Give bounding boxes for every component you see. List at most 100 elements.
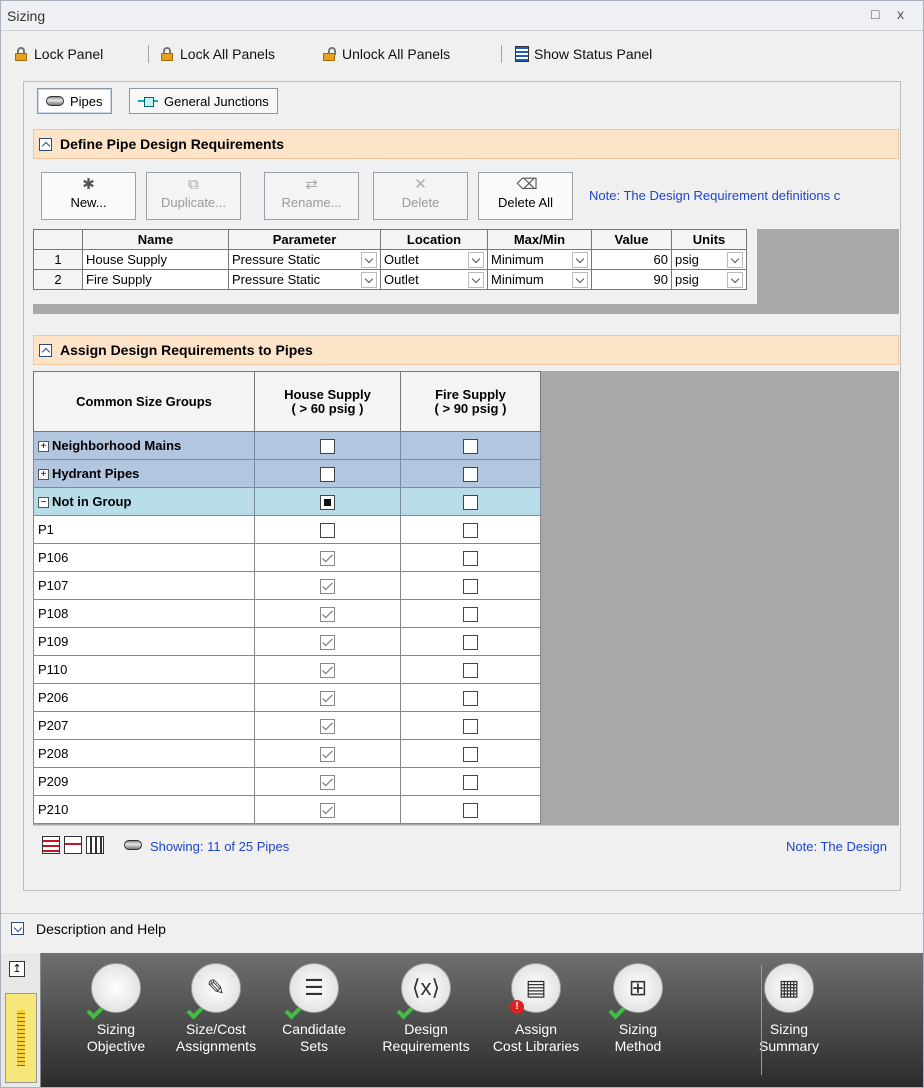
house-supply-checkbox-cell[interactable] <box>254 739 401 768</box>
checkbox-partial[interactable] <box>320 494 335 510</box>
house-supply-checkbox-cell[interactable] <box>254 487 401 516</box>
fire-supply-checkbox-cell[interactable] <box>400 571 541 600</box>
nav-sizing-method-button[interactable]: ⊞ Sizing Method <box>583 959 693 1083</box>
close-icon[interactable]: x <box>897 6 904 22</box>
checkbox[interactable] <box>463 466 478 482</box>
nav-sizing-objective-button[interactable]: Sizing Objective <box>61 959 171 1083</box>
nav-sizing-summary-button[interactable]: ▦ Sizing Summary <box>734 959 844 1083</box>
checkbox[interactable] <box>463 606 478 622</box>
house-supply-checkbox-cell[interactable] <box>254 655 401 684</box>
pipe-row[interactable]: P208 <box>33 739 541 768</box>
value-cell[interactable]: 90 <box>591 269 672 290</box>
expand-icon[interactable]: + <box>38 469 49 481</box>
define-requirements-header[interactable]: Define Pipe Design Requirements <box>33 129 899 159</box>
fire-supply-checkbox-cell[interactable] <box>400 767 541 796</box>
collapse-group-icon[interactable]: − <box>38 497 49 509</box>
checkbox[interactable] <box>320 466 335 482</box>
checkbox[interactable] <box>463 578 478 594</box>
group-name-cell[interactable]: + Neighborhood Mains <box>33 431 255 460</box>
requirement-row[interactable]: 1 House Supply Pressure Static Outlet Mi… <box>33 249 747 270</box>
checkbox[interactable] <box>320 746 335 762</box>
nav-assign-costlibraries-button[interactable]: ▤! Assign Cost Libraries <box>481 959 591 1083</box>
nav-design-requirements-button[interactable]: ⟨x⟩ Design Requirements <box>371 959 481 1083</box>
assign-requirements-header[interactable]: Assign Design Requirements to Pipes <box>33 335 899 365</box>
checkbox[interactable] <box>463 774 478 790</box>
checkbox[interactable] <box>463 494 478 510</box>
checkbox[interactable] <box>463 438 478 454</box>
duplicate-button[interactable]: ⧉ Duplicate... <box>146 172 241 220</box>
checkbox[interactable] <box>463 690 478 706</box>
nav-candidate-sets-button[interactable]: ☰ Candidate Sets <box>259 959 369 1083</box>
tab-pipes[interactable]: Pipes <box>37 88 112 114</box>
lock-all-panels-button[interactable]: Lock All Panels <box>159 44 275 64</box>
checkbox[interactable] <box>320 634 335 650</box>
pipe-row[interactable]: P109 <box>33 627 541 656</box>
checkbox[interactable] <box>320 690 335 706</box>
lock-panel-button[interactable]: Lock Panel <box>13 44 103 64</box>
requirement-name-cell[interactable]: Fire Supply <box>82 269 229 290</box>
description-help-bar[interactable]: Description and Help <box>1 913 923 943</box>
restore-icon[interactable]: □ <box>871 6 879 22</box>
nav-sizecost-assignments-button[interactable]: ✎ Size/Cost Assignments <box>161 959 271 1083</box>
fire-supply-checkbox-cell[interactable] <box>400 795 541 824</box>
expand-icon[interactable]: + <box>38 441 49 453</box>
checkbox[interactable] <box>320 578 335 594</box>
collapse-icon[interactable] <box>39 137 52 151</box>
fire-supply-checkbox-cell[interactable] <box>400 711 541 740</box>
parameter-dropdown[interactable]: Pressure Static <box>228 269 381 290</box>
view-columns-icon[interactable] <box>86 836 104 854</box>
house-supply-checkbox-cell[interactable] <box>254 543 401 572</box>
checkbox[interactable] <box>320 522 335 538</box>
checkbox[interactable] <box>463 718 478 734</box>
ruler-icon[interactable] <box>5 993 37 1083</box>
group-name-cell[interactable]: − Not in Group <box>33 487 255 516</box>
chevron-down-icon[interactable] <box>572 271 588 288</box>
chevron-down-icon[interactable] <box>361 271 377 288</box>
group-row[interactable]: − Not in Group <box>33 487 541 516</box>
pipe-row[interactable]: P108 <box>33 599 541 628</box>
fire-supply-checkbox-cell[interactable] <box>400 627 541 656</box>
house-supply-checkbox-cell[interactable] <box>254 795 401 824</box>
fire-supply-checkbox-cell[interactable] <box>400 431 541 460</box>
pipe-row[interactable]: P209 <box>33 767 541 796</box>
group-row[interactable]: + Hydrant Pipes <box>33 459 541 488</box>
chevron-down-icon[interactable] <box>572 251 588 268</box>
checkbox[interactable] <box>320 802 335 818</box>
checkbox[interactable] <box>320 718 335 734</box>
chevron-down-icon[interactable] <box>361 251 377 268</box>
delete-button[interactable]: ✕ Delete <box>373 172 468 220</box>
fire-supply-checkbox-cell[interactable] <box>400 459 541 488</box>
view-grouped-icon[interactable] <box>64 836 82 854</box>
pipe-row[interactable]: P210 <box>33 795 541 824</box>
location-dropdown[interactable]: Outlet <box>380 269 488 290</box>
pipe-row[interactable]: P207 <box>33 711 541 740</box>
pipe-row[interactable]: P106 <box>33 543 541 572</box>
checkbox[interactable] <box>463 634 478 650</box>
house-supply-checkbox-cell[interactable] <box>254 515 401 544</box>
parameter-dropdown[interactable]: Pressure Static <box>228 249 381 270</box>
delete-all-button[interactable]: ⌫ Delete All <box>478 172 573 220</box>
pipe-row[interactable]: P107 <box>33 571 541 600</box>
fire-supply-checkbox-cell[interactable] <box>400 655 541 684</box>
checkbox[interactable] <box>320 662 335 678</box>
house-supply-checkbox-cell[interactable] <box>254 767 401 796</box>
maxmin-dropdown[interactable]: Minimum <box>487 269 592 290</box>
house-supply-checkbox-cell[interactable] <box>254 459 401 488</box>
checkbox[interactable] <box>463 746 478 762</box>
chevron-down-icon[interactable] <box>727 271 743 288</box>
group-row[interactable]: + Neighborhood Mains <box>33 431 541 460</box>
checkbox[interactable] <box>320 550 335 566</box>
chevron-down-icon[interactable] <box>468 251 484 268</box>
checkbox[interactable] <box>463 662 478 678</box>
collapse-icon[interactable] <box>39 343 52 357</box>
group-name-cell[interactable]: + Hydrant Pipes <box>33 459 255 488</box>
checkbox[interactable] <box>320 438 335 454</box>
house-supply-checkbox-cell[interactable] <box>254 683 401 712</box>
checkbox[interactable] <box>463 802 478 818</box>
units-dropdown[interactable]: psig <box>671 249 747 270</box>
fire-supply-checkbox-cell[interactable] <box>400 515 541 544</box>
location-dropdown[interactable]: Outlet <box>380 249 488 270</box>
checkbox[interactable] <box>320 606 335 622</box>
pipe-row[interactable]: P1 <box>33 515 541 544</box>
fire-supply-checkbox-cell[interactable] <box>400 543 541 572</box>
